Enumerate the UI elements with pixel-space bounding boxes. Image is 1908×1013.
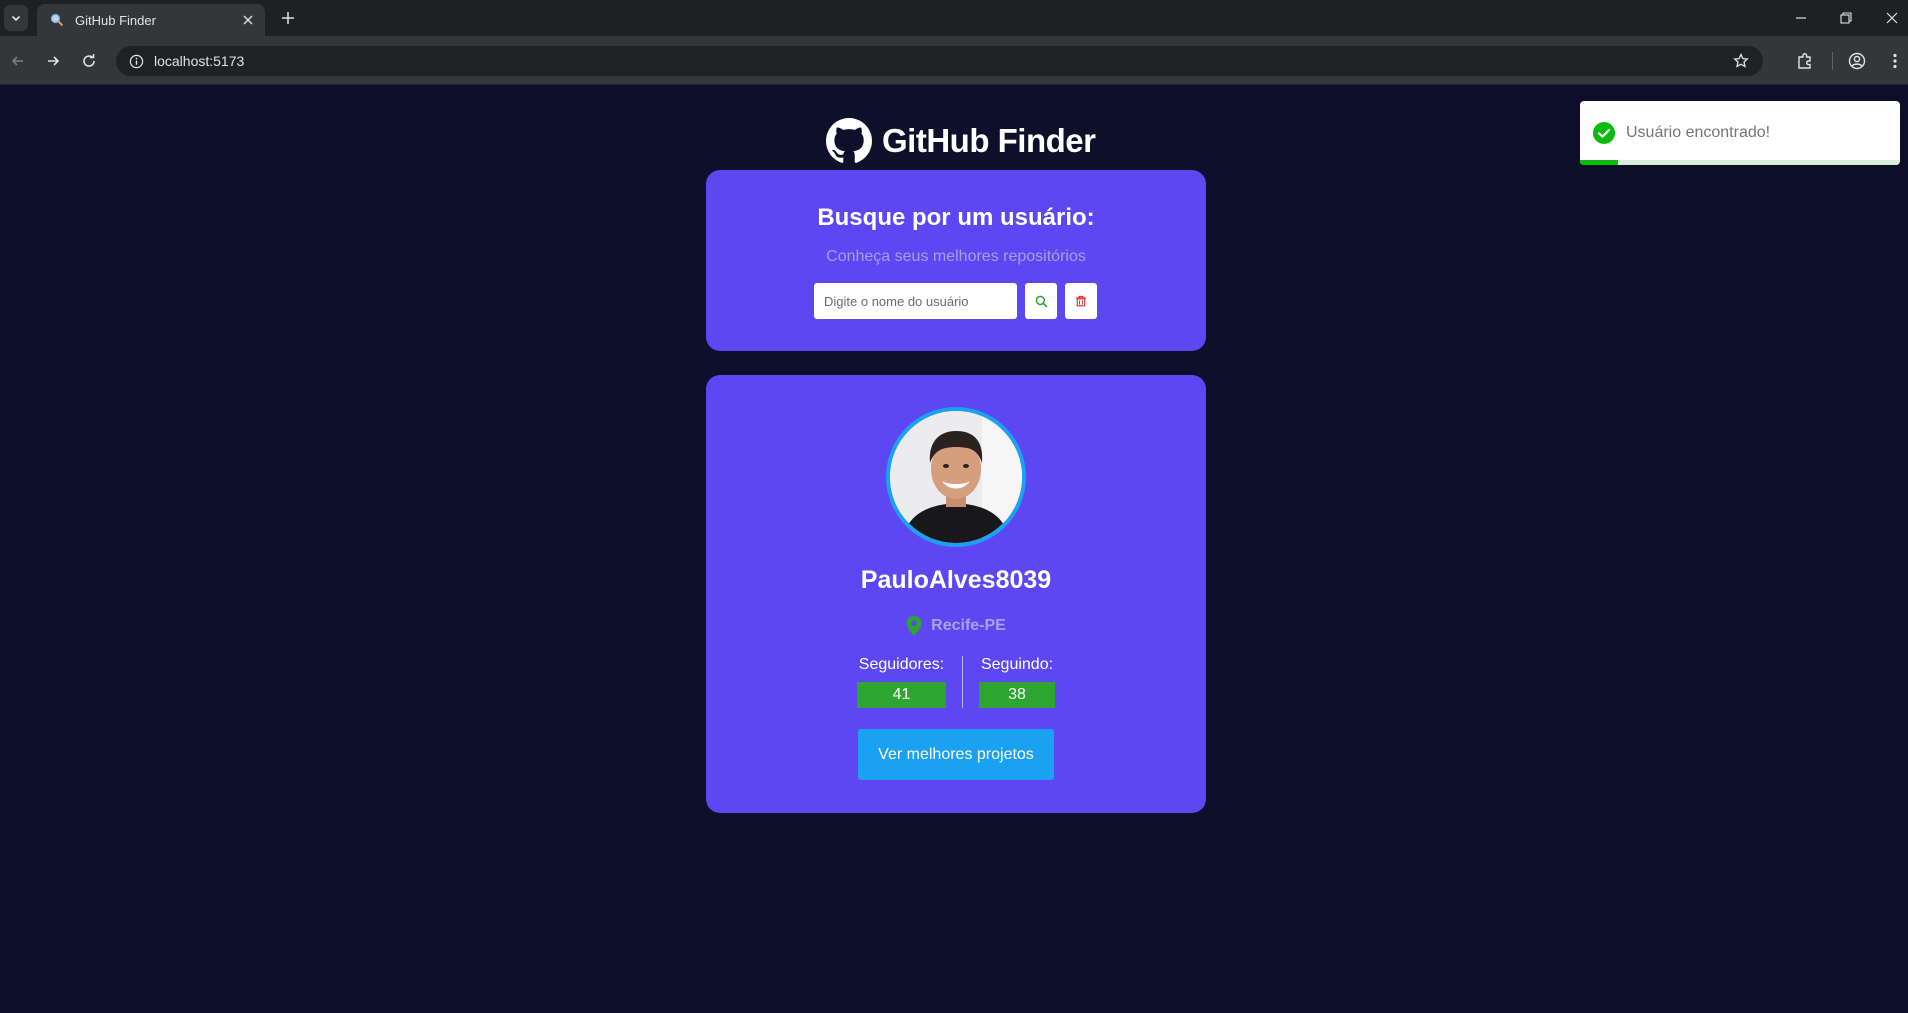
followers-label: Seguidores: [858,656,945,673]
following-stat: Seguindo: 38 [962,656,1071,708]
username-search-input[interactable] [814,283,1017,319]
search-subtitle: Conheça seus melhores repositórios [826,248,1086,265]
github-octocat-icon [826,118,872,163]
app-title: GitHub Finder [882,122,1096,159]
followers-stat: Seguidores: 41 [841,656,962,708]
address-bar[interactable]: localhost:5173 [116,46,1763,76]
followers-count: 41 [857,682,946,708]
forward-arrow-icon[interactable] [40,48,66,74]
profile-account-icon[interactable] [1846,50,1868,72]
close-tab-icon[interactable] [239,11,257,29]
profile-card: PauloAlves8039 Recife-PE Seguidores: 41 … [706,375,1206,813]
restore-window-icon[interactable] [1823,0,1869,36]
chevron-down-icon [11,15,21,22]
profile-location: Recife-PE [706,616,1206,636]
following-label: Seguindo: [980,656,1054,673]
avatar [886,407,1026,547]
close-window-icon[interactable] [1869,0,1908,36]
back-arrow-icon[interactable] [5,48,31,74]
search-heading: Busque por um usuário: [817,204,1095,231]
more-menu-icon[interactable] [1884,50,1906,72]
tab-search-dropdown-button[interactable] [4,5,28,31]
search-button[interactable] [1025,283,1057,319]
location-pin-icon [906,616,922,636]
magnifier-favicon-icon [49,12,65,28]
extensions-puzzle-icon[interactable] [1794,50,1816,72]
brand-header: GitHub Finder [826,117,1096,165]
reload-icon[interactable] [76,48,102,74]
tab-title: GitHub Finder [75,12,156,28]
clear-search-button[interactable] [1065,283,1097,319]
toast-progress-bar [1580,160,1619,165]
bookmark-star-icon[interactable] [1733,52,1749,69]
site-info-icon[interactable] [128,53,144,69]
browser-tabstrip: GitHub Finder [0,0,1908,36]
url-text: localhost:5173 [154,53,245,69]
view-best-projects-button[interactable]: Ver melhores projetos [858,729,1054,780]
success-toast[interactable]: Usuário encontrado! [1580,101,1900,165]
new-tab-icon[interactable] [278,8,298,28]
profile-username: PauloAlves8039 [860,566,1052,594]
toast-message: Usuário encontrado! [1626,124,1771,141]
toast-progress-track [1580,160,1900,165]
profile-stats: Seguidores: 41 Seguindo: 38 [706,656,1206,708]
search-card: Busque por um usuário: Conheça seus melh… [706,170,1206,351]
trash-icon [1076,295,1086,307]
location-text: Recife-PE [931,617,1006,634]
browser-tab[interactable]: GitHub Finder [37,4,265,36]
check-circle-icon [1593,122,1615,144]
following-count: 38 [979,682,1055,708]
toolbar-divider [1832,52,1833,70]
search-icon [1035,295,1047,307]
minimize-window-icon[interactable] [1778,0,1824,36]
